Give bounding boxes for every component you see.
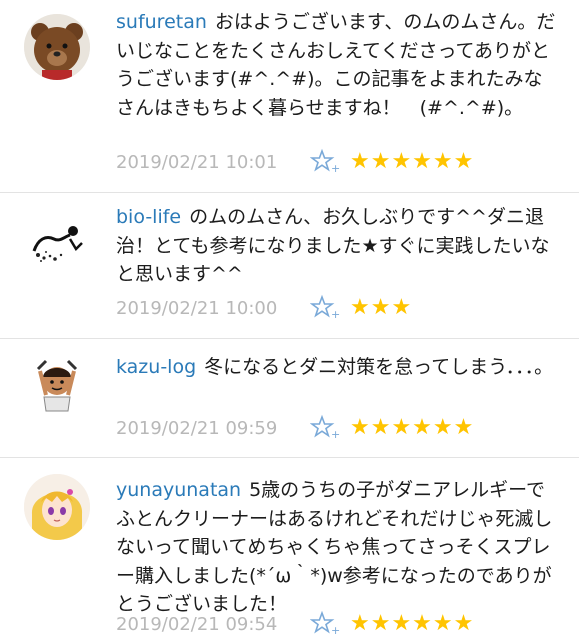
anime-girl-avatar[interactable] xyxy=(24,474,90,540)
comment-meta: 2019/02/21 10:00 + ★★★ xyxy=(116,294,412,322)
svg-text:+: + xyxy=(331,308,340,321)
teddy-bear-avatar[interactable] xyxy=(24,14,90,80)
comment-body: yunayunatan 5歳のうちの子がダニアレルギーでふとんクリーナーはあるけれ… xyxy=(116,476,556,619)
comment-body: kazu-log 冬になるとダニ対策を怠ってしまう．．．。 xyxy=(116,353,556,382)
comment-username[interactable]: sufuretan xyxy=(116,11,207,33)
add-favorite-star-icon[interactable]: + xyxy=(310,294,340,322)
comment-meta: 2019/02/21 09:59 + ★★★★★★ xyxy=(116,414,474,442)
add-favorite-star-icon[interactable]: + xyxy=(310,148,340,176)
comment-item: yunayunatan 5歳のうちの子がダニアレルギーでふとんクリーナーはあるけれ… xyxy=(0,458,579,640)
comment-text: のムのムさん、お久しぶりです^^ダニ退治！とても参考になりました★すぐに実践した… xyxy=(116,206,550,285)
rating-stars: ★★★★★★ xyxy=(350,149,475,174)
comment-item: sufuretan おはようございます、のムのムさん。だいじなことをたくさんおしえ… xyxy=(0,0,579,193)
comment-username[interactable]: kazu-log xyxy=(116,356,196,378)
comment-body: sufuretan おはようございます、のムのムさん。だいじなことをたくさんおしえ… xyxy=(116,8,556,122)
comment-body: bio-life のムのムさん、お久しぶりです^^ダニ退治！とても参考になりました… xyxy=(116,203,556,289)
comment-username[interactable]: yunayunatan xyxy=(116,479,241,501)
comment-timestamp: 2019/02/21 10:01 xyxy=(116,151,278,173)
rating-stars: ★★★★★★ xyxy=(350,611,475,636)
rating-stars: ★★★ xyxy=(350,295,413,320)
comment-username[interactable]: bio-life xyxy=(116,206,181,228)
comment-text: 冬になるとダニ対策を怠ってしまう．．．。 xyxy=(204,356,554,378)
comment-meta: 2019/02/21 10:01 + ★★★★★★ xyxy=(116,148,474,176)
rating-stars: ★★★★★★ xyxy=(350,415,475,440)
comment-timestamp: 2019/02/21 10:00 xyxy=(116,297,278,319)
add-favorite-star-icon[interactable]: + xyxy=(310,610,340,638)
add-favorite-star-icon[interactable]: + xyxy=(310,414,340,442)
cartoon-boy-avatar[interactable] xyxy=(24,351,90,417)
comment-timestamp: 2019/02/21 09:54 xyxy=(116,613,278,635)
ink-drawing-avatar[interactable] xyxy=(24,209,90,275)
svg-text:+: + xyxy=(331,624,340,637)
comment-meta: 2019/02/21 09:54 + ★★★★★★ xyxy=(116,610,474,638)
comment-item: kazu-log 冬になるとダニ対策を怠ってしまう．．．。 2019/02/21 … xyxy=(0,339,579,458)
svg-text:+: + xyxy=(331,428,340,441)
comment-list: sufuretan おはようございます、のムのムさん。だいじなことをたくさんおしえ… xyxy=(0,0,579,640)
svg-text:+: + xyxy=(331,162,340,175)
comment-item: bio-life のムのムさん、お久しぶりです^^ダニ退治！とても参考になりました… xyxy=(0,193,579,339)
comment-timestamp: 2019/02/21 09:59 xyxy=(116,417,278,439)
